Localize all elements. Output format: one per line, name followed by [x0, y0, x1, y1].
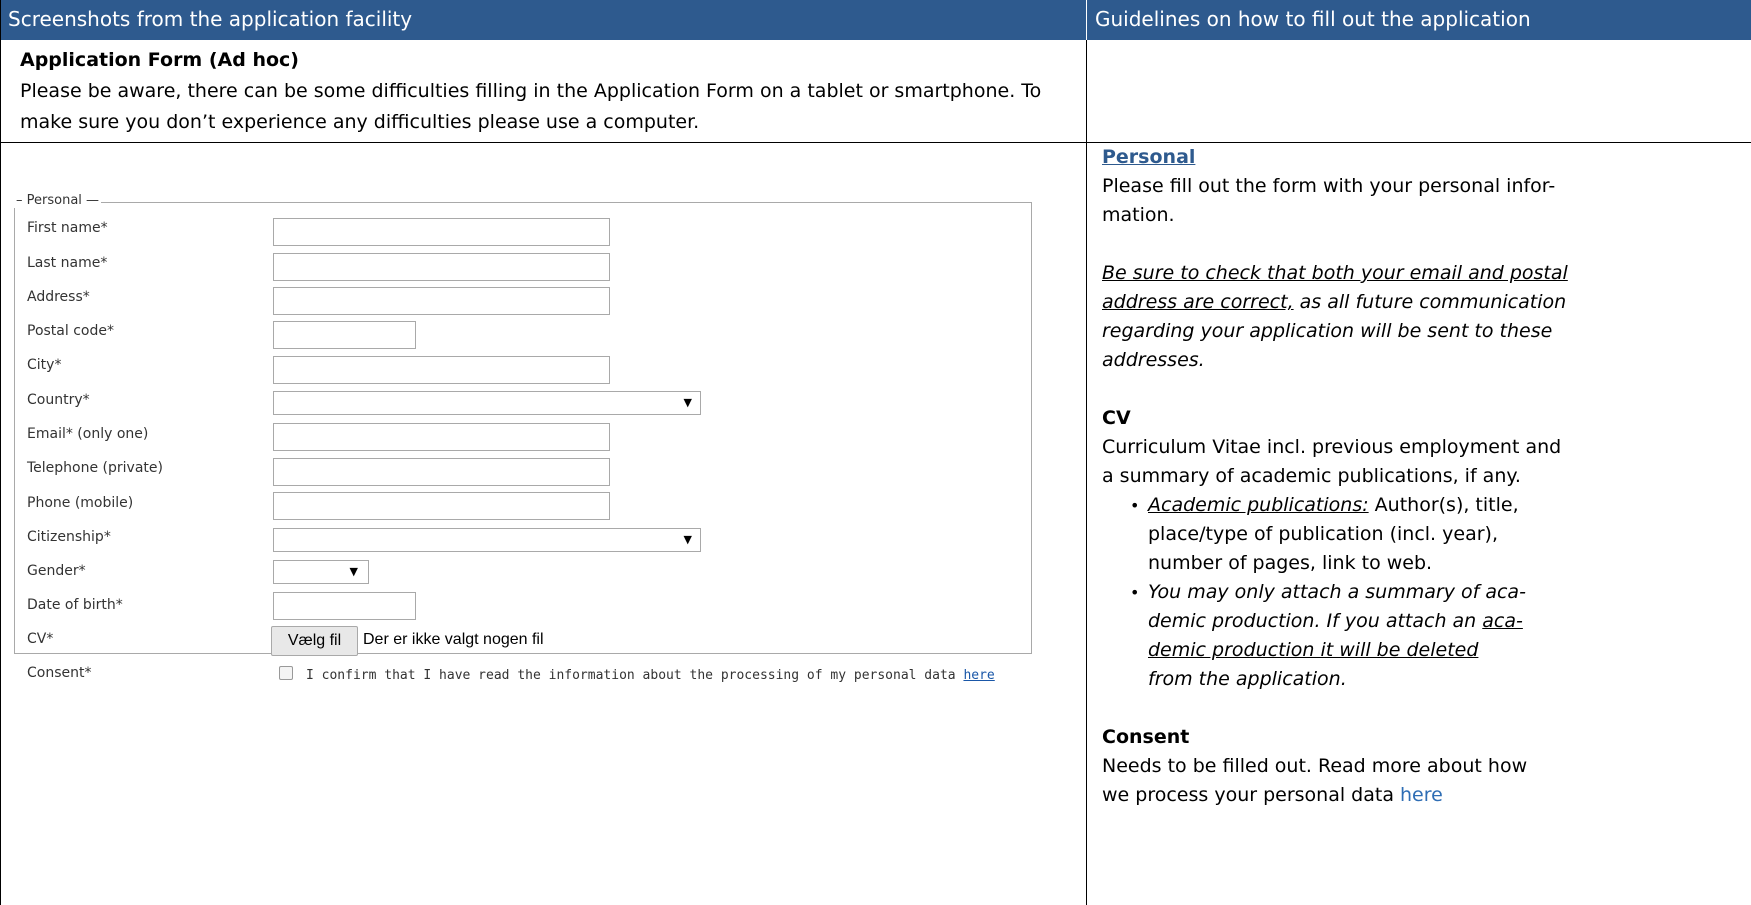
label-email: Email* (only one) — [27, 426, 149, 442]
guideline-line: Be sure to check that both your email an… — [1102, 262, 1568, 284]
chevron-down-icon: ▼ — [683, 396, 692, 409]
first-name-input[interactable] — [273, 218, 610, 246]
label-telephone-private: Telephone (private) — [27, 460, 163, 476]
form-heading: Application Form (Ad hoc) — [20, 49, 299, 71]
label-cv: CV* — [27, 631, 54, 647]
city-input[interactable] — [273, 356, 610, 384]
last-name-input[interactable] — [273, 253, 610, 281]
left-column-header: Screenshots from the application facilit… — [0, 0, 1086, 40]
consent-checkbox[interactable] — [279, 666, 293, 680]
address-input[interactable] — [273, 287, 610, 315]
label-postal-code: Postal code* — [27, 323, 114, 339]
intro-line: Please be aware, there can be some diffi… — [20, 80, 1042, 102]
chevron-down-icon: ▼ — [349, 565, 358, 578]
label-phone-mobile: Phone (mobile) — [27, 495, 134, 511]
label-address: Address* — [27, 289, 90, 305]
label-consent: Consent* — [27, 665, 92, 681]
citizenship-select[interactable]: ▼ — [273, 528, 701, 552]
intro-section: Application Form (Ad hoc) Please be awar… — [20, 45, 1080, 138]
consent-heading: Consent — [1102, 726, 1190, 748]
postal-code-input[interactable] — [273, 321, 416, 349]
label-country: Country* — [27, 392, 90, 408]
guideline-line: Needs to be filled out. Read more about … — [1102, 755, 1528, 777]
guideline-line: a summary of academic publications, if a… — [1102, 465, 1521, 487]
guideline-line: mation. — [1102, 204, 1175, 226]
personal-data-link[interactable]: here — [1400, 784, 1443, 806]
country-select[interactable]: ▼ — [273, 391, 701, 415]
guideline-line: regarding your application will be sent … — [1102, 320, 1553, 342]
label-citizenship: Citizenship* — [27, 529, 111, 545]
guideline-line: we process your personal data here — [1102, 784, 1443, 806]
gender-select[interactable]: ▼ — [273, 560, 369, 584]
intro-line: make sure you don’t experience any diffi… — [20, 111, 700, 133]
personal-heading-link[interactable]: Personal — [1102, 146, 1195, 168]
consent-text: I confirm that I have read the informati… — [306, 668, 995, 683]
label-last-name: Last name* — [27, 255, 108, 271]
guideline-line: Please fill out the form with your perso… — [1102, 175, 1556, 197]
label-first-name: First name* — [27, 220, 108, 236]
label-gender: Gender* — [27, 563, 86, 579]
right-column-header: Guidelines on how to fill out the applic… — [1087, 0, 1751, 40]
date-of-birth-input[interactable] — [273, 592, 416, 620]
guideline-line: addresses. — [1102, 349, 1205, 371]
guidelines-text: Personal Please fill out the form with y… — [1102, 143, 1751, 810]
column-divider — [0, 0, 1, 905]
label-city: City* — [27, 357, 62, 373]
list-item: • You may only attach a summary of aca- … — [1130, 581, 1526, 690]
column-divider — [1086, 40, 1087, 905]
choose-file-button[interactable]: Vælg fil — [271, 626, 358, 656]
chevron-down-icon: ▼ — [683, 533, 692, 546]
guideline-line: address are correct, as all future commu… — [1102, 291, 1567, 313]
fieldset-legend: – Personal — — [14, 193, 102, 208]
cv-heading: CV — [1102, 407, 1131, 429]
list-item: • Academic publications: Author(s), titl… — [1130, 494, 1519, 574]
file-status-text: Der er ikke valgt nogen fil — [363, 631, 544, 648]
consent-link[interactable]: here — [963, 668, 994, 683]
telephone-private-input[interactable] — [273, 458, 610, 486]
guideline-line: Curriculum Vitae incl. previous employme… — [1102, 436, 1562, 458]
phone-mobile-input[interactable] — [273, 492, 610, 520]
email-input[interactable] — [273, 423, 610, 451]
label-date-of-birth: Date of birth* — [27, 597, 123, 613]
